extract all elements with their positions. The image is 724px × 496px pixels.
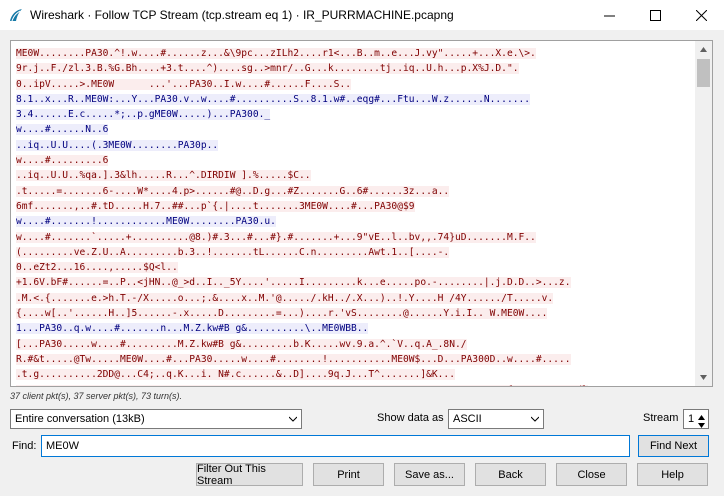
stream-content-view[interactable]: ME0W........PA30.^!.w....#......z...&\9p… — [10, 40, 713, 387]
server-data-line: 3.4......E.c.....*;..p.gME0W.....)...PA3… — [16, 107, 686, 122]
stream-text: w....#.........6 — [16, 155, 109, 167]
client-data-line: +1.6V.bF#......=..P..<jHN..@_>d..I.._5Y.… — [16, 275, 686, 290]
server-data-line: w....#......N..6 — [16, 122, 686, 137]
chevron-down-icon — [289, 416, 297, 422]
minimize-button[interactable] — [586, 0, 632, 30]
stream-text: ..iq..U.U....(.3ME0W........PA30p.. — [16, 139, 219, 151]
stream-text: [...PA30.....w....#.........M.Z.kw#B g&.… — [16, 338, 467, 350]
scroll-up-icon[interactable] — [695, 41, 712, 58]
stream-text: ..iq..U.U..%qa.].3&lh.....R...^.DIRDIW ]… — [16, 170, 311, 182]
client-data-line: w....#.........6 — [16, 153, 686, 168]
close-icon — [695, 9, 707, 21]
scroll-thumb[interactable] — [697, 59, 710, 87]
minimize-icon — [603, 15, 615, 16]
packet-summary: 37 client pkt(s), 37 server pkt(s), 73 t… — [10, 391, 183, 401]
client-data-line: 2x.Y#..........r..Q.........Z.t.....G...… — [16, 383, 686, 386]
client-data-line: ..iq..U.U..%qa.].3&lh.....R...^.DIRDIW ]… — [16, 168, 686, 183]
client-data-line: .t.g..........2DD@...C4;..q.K...i. N#.c.… — [16, 367, 686, 382]
back-button[interactable]: Back — [475, 463, 546, 486]
save-as-button[interactable]: Save as... — [394, 463, 465, 486]
stream-text: 0..ipV.....>.ME0W ...'...PA30..I.w....#.… — [16, 78, 352, 90]
client-data-line: .M.<.{.......e.>h.T.-/X.....o...;.&....x… — [16, 291, 686, 306]
stream-text: {....w[..'......H..]5......-.x.....D....… — [16, 308, 548, 320]
stream-text: .M.<.{.......e.>h.T.-/X.....o...;.&....x… — [16, 292, 554, 304]
stream-text: 2x.Y#..........r..Q.........Z.t.....G...… — [16, 384, 588, 386]
stream-text: w....#.......`.....+..........@8.)#.3...… — [16, 231, 536, 243]
stream-lines: ME0W........PA30.^!.w....#......z...&\9p… — [16, 46, 686, 386]
help-button[interactable]: Help — [637, 463, 708, 486]
stream-text: 3.4......E.c.....*;..p.gME0W.....)...PA3… — [16, 109, 271, 121]
client-data-line: {....w[..'......H..]5......-.x.....D....… — [16, 306, 686, 321]
conversation-select-value: Entire conversation (13kB) — [15, 413, 145, 425]
server-data-line: 8.1..x...R..ME0W:...Y...PA30.v..w....#..… — [16, 92, 686, 107]
stream-text: (.........ve.Z.U..A.........b.3..!......… — [16, 246, 450, 258]
show-data-label: Show data as — [377, 412, 444, 424]
client-data-line: 0..ipV.....>.ME0W ...'...PA30..I.w....#.… — [16, 77, 686, 92]
maximize-icon — [649, 9, 661, 21]
find-next-button[interactable]: Find Next — [638, 435, 709, 457]
stream-text: .t.....=.......6-....W*....4.p>......#@.… — [16, 185, 450, 197]
stream-text: +1.6V.bF#......=..P..<jHN..@_>d..I.._5Y.… — [16, 277, 571, 289]
title-bar: Wireshark · Follow TCP Stream (tcp.strea… — [0, 0, 724, 30]
close-window-button[interactable] — [678, 0, 724, 30]
vertical-scrollbar[interactable] — [695, 41, 712, 386]
maximize-button[interactable] — [632, 0, 678, 30]
client-data-line: 0..eZt2...16....,.....$Q<l.. — [16, 260, 686, 275]
scroll-down-icon[interactable] — [695, 369, 712, 386]
close-button[interactable]: Close — [556, 463, 627, 486]
conversation-select[interactable]: Entire conversation (13kB) — [10, 409, 302, 429]
find-input[interactable]: ME0W — [41, 435, 630, 457]
stream-text: w....#.......!............ME0W........PA… — [16, 216, 276, 228]
stream-text: 0..eZt2...16....,.....$Q<l.. — [16, 262, 178, 274]
client-data-line: (.........ve.Z.U..A.........b.3..!......… — [16, 245, 686, 260]
spin-up-icon[interactable] — [698, 411, 707, 420]
stream-number-spinbox[interactable]: 1 — [683, 409, 709, 429]
client-data-line: .t.....=.......6-....W*....4.p>......#@.… — [16, 184, 686, 199]
server-data-line: ..iq..U.U....(.3ME0W........PA30p.. — [16, 138, 686, 153]
wireshark-fin-icon — [10, 9, 22, 22]
stream-text: R.#&t.....@Tw.....ME0W....#...PA30.....w… — [16, 353, 571, 365]
stream-text: ME0W........PA30.^!.w....#......z...&\9p… — [16, 48, 536, 59]
stream-label: Stream — [643, 412, 679, 424]
window-title: Wireshark · Follow TCP Stream (tcp.strea… — [30, 8, 454, 22]
client-data-line: 6mf.......,..#.tD.....H.7..##...p`{.|...… — [16, 199, 686, 214]
stream-text: w....#......N..6 — [16, 124, 109, 136]
client-data-line: 9r.j..F./zl.3.B.%G.Bh....+3.t....^)....s… — [16, 61, 686, 76]
print-button[interactable]: Print — [313, 463, 384, 486]
find-label: Find: — [12, 440, 37, 452]
client-data-line: R.#&t.....@Tw.....ME0W....#...PA30.....w… — [16, 352, 686, 367]
server-data-line: 1...PA30..q.w....#.......n...M.Z.kw#B g&… — [16, 321, 686, 336]
show-data-select[interactable]: ASCII — [448, 409, 544, 429]
stream-text: 1...PA30..q.w....#.......n...M.Z.kw#B g&… — [16, 323, 369, 335]
stream-number-value: 1 — [688, 413, 695, 425]
server-data-line: w....#.......!............ME0W........PA… — [16, 214, 686, 229]
stream-text: 8.1..x...R..ME0W:...Y...PA30.v..w....#..… — [16, 93, 531, 105]
client-data-line: [...PA30.....w....#.........M.Z.kw#B g&.… — [16, 337, 686, 352]
stream-text: .t.g..........2DD@...C4;..q.K...i. N#.c.… — [16, 369, 455, 381]
client-data-line: ME0W........PA30.^!.w....#......z...&\9p… — [16, 46, 686, 61]
spin-down-icon[interactable] — [698, 419, 707, 428]
chevron-down-icon — [531, 416, 539, 422]
stream-text: 6mf.......,..#.tD.....H.7..##...p`{.|...… — [16, 200, 415, 212]
show-data-select-value: ASCII — [453, 413, 482, 425]
filter-out-stream-button[interactable]: Filter Out This Stream — [196, 463, 303, 487]
stream-text: 9r.j..F./zl.3.B.%G.Bh....+3.t....^)....s… — [16, 63, 519, 75]
client-data-line: w....#.......`.....+..........@8.)#.3...… — [16, 230, 686, 245]
